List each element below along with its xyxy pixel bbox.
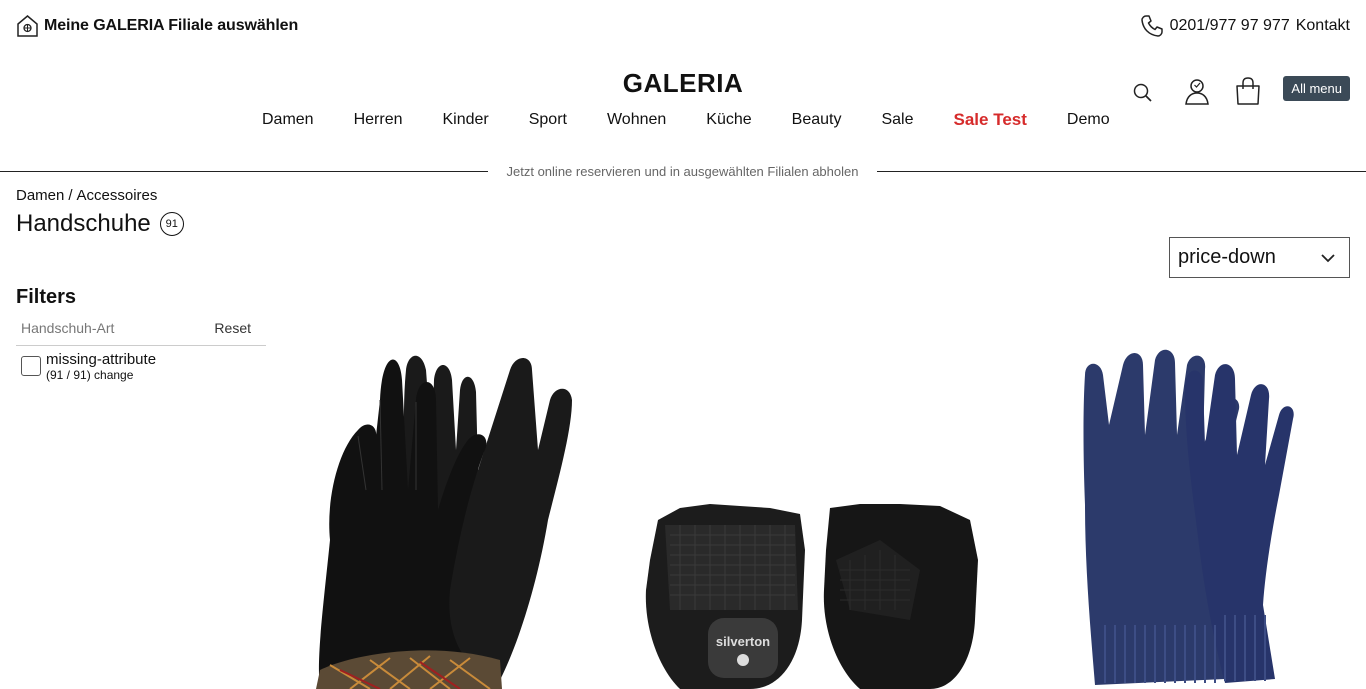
product-image-black-leather-gloves[interactable] — [310, 340, 590, 689]
chevron-down-icon — [1319, 249, 1337, 267]
filter-checkbox[interactable] — [21, 356, 41, 376]
nav-item-demo[interactable]: Demo — [1047, 108, 1130, 132]
filter-reset-button[interactable]: Reset — [214, 320, 251, 336]
nav-item-sale-test[interactable]: Sale Test — [934, 108, 1047, 132]
nav-item-sale[interactable]: Sale — [861, 108, 933, 132]
nav-item-damen[interactable]: Damen — [242, 108, 334, 132]
contact-area: 0201/977 97 977 Kontakt — [1140, 14, 1350, 38]
breadcrumb-accessoires[interactable]: Accessoires — [77, 187, 158, 204]
galeria-logo[interactable]: GALERIA — [583, 68, 783, 99]
reservation-message: Jetzt online reservieren und in ausgewäh… — [506, 164, 859, 179]
page-title: Handschuhe — [16, 210, 151, 237]
page-heading: Handschuhe 91 — [16, 210, 184, 238]
all-menu-button[interactable]: All menu — [1283, 75, 1350, 101]
header-actions: All menu — [1132, 75, 1350, 106]
nav-item-kinder[interactable]: Kinder — [422, 108, 508, 132]
breadcrumb-damen[interactable]: Damen — [16, 187, 64, 204]
shopping-bag-icon[interactable] — [1234, 76, 1262, 106]
search-icon[interactable] — [1132, 82, 1154, 104]
nav-item-wohnen[interactable]: Wohnen — [587, 108, 686, 132]
nav-item-herren[interactable]: Herren — [334, 108, 423, 132]
product-image-cycling-gloves[interactable]: silverton — [640, 500, 985, 689]
filter-option-label: missing-attribute — [46, 351, 157, 368]
filters-title: Filters — [16, 286, 77, 308]
product-image-navy-knit-gloves[interactable] — [1075, 345, 1300, 689]
sort-select[interactable]: price-down — [1169, 237, 1350, 278]
product-card-1[interactable] — [310, 340, 590, 689]
top-bar: Meine GALERIA Filiale auswählen 0201/977… — [0, 0, 1366, 56]
contact-link[interactable]: Kontakt — [1296, 17, 1350, 35]
divider-right — [877, 171, 1366, 172]
filter-option-meta[interactable]: (91 / 91) change — [46, 369, 156, 382]
account-icon[interactable] — [1182, 76, 1212, 106]
breadcrumb-separator: / — [68, 187, 73, 204]
store-select-label: Meine GALERIA Filiale auswählen — [44, 17, 299, 34]
store-location-icon — [16, 14, 39, 38]
main-navigation: Damen Herren Kinder Sport Wohnen Küche B… — [242, 108, 1130, 132]
product-card-2[interactable]: silverton — [640, 500, 985, 689]
product-brand-text: silverton — [716, 634, 770, 649]
store-select-link[interactable]: Meine GALERIA Filiale auswählen — [16, 14, 298, 38]
divider-left — [0, 171, 488, 172]
filter-group-name: Handschuh-Art — [21, 320, 115, 336]
phone-number[interactable]: 0201/977 97 977 — [1170, 17, 1290, 35]
product-count-badge: 91 — [159, 212, 184, 236]
filter-group-handschuh-art: Handschuh-Art Reset — [16, 317, 266, 346]
breadcrumb: Damen / Accessoires — [16, 187, 157, 204]
nav-item-sport[interactable]: Sport — [509, 108, 587, 132]
phone-icon[interactable] — [1140, 14, 1164, 38]
filter-option-missing-attribute[interactable]: missing-attribute (91 / 91) change — [21, 350, 156, 382]
nav-item-kueche[interactable]: Küche — [686, 108, 771, 132]
sort-selected-value: price-down — [1178, 246, 1276, 268]
nav-item-beauty[interactable]: Beauty — [772, 108, 862, 132]
reservation-banner: Jetzt online reservieren und in ausgewäh… — [0, 163, 1366, 181]
product-card-3[interactable] — [1075, 345, 1300, 689]
